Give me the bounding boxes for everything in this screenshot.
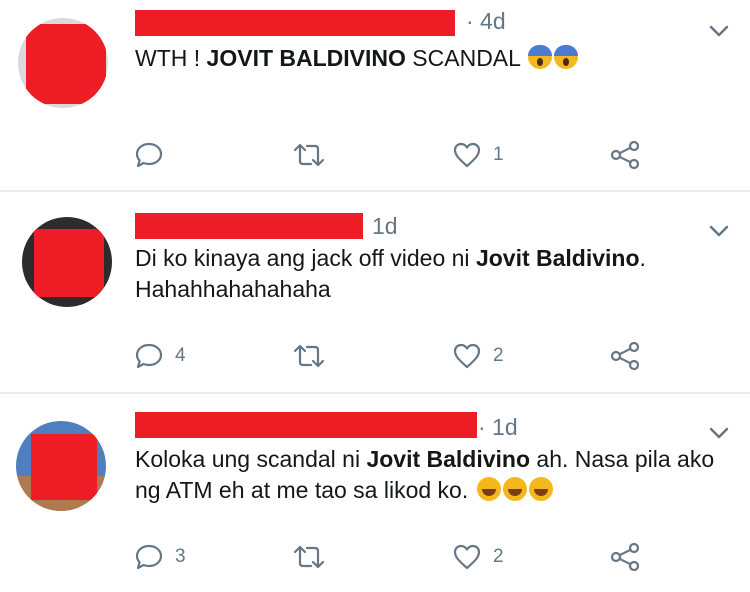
tweet-text-part: Koloka ung scandal ni	[135, 446, 367, 472]
rofl-emoji-icon	[502, 477, 527, 501]
author-name-redacted[interactable]	[135, 10, 455, 36]
reply-count: 4	[175, 345, 186, 366]
chevron-down-icon[interactable]	[709, 24, 729, 38]
share-icon	[610, 542, 640, 572]
tweet-text-line2: Hahahhahahahaha	[135, 276, 331, 302]
retweet-icon	[293, 143, 325, 167]
tweet-text-bold: JOVIT BALDIVINO	[206, 45, 406, 71]
retweet-icon	[293, 344, 325, 368]
retweet-button[interactable]	[292, 338, 326, 374]
author-name-redacted[interactable]	[135, 213, 363, 239]
tweet-timestamp[interactable]: · 4d	[466, 8, 506, 35]
chevron-down-icon[interactable]	[709, 426, 729, 440]
author-name-redacted[interactable]	[135, 412, 477, 438]
scream-emoji-icon	[528, 45, 553, 69]
like-count: 2	[493, 546, 504, 567]
tweet-text-part: Di ko kinaya ang jack off video ni	[135, 245, 476, 271]
rofl-emoji-icon	[476, 477, 501, 501]
retweet-icon	[293, 545, 325, 569]
tweet-2[interactable]: 1d Di ko kinaya ang jack off video ni Jo…	[0, 192, 750, 392]
like-count: 1	[493, 144, 504, 165]
reply-count: 3	[175, 546, 186, 567]
tweet-text-bold: Jovit Baldivino	[475, 245, 640, 271]
scream-emoji-icon	[554, 45, 579, 69]
like-button[interactable]: 2	[453, 539, 504, 575]
tweet-text: Koloka ung scandal ni Jovit Baldivino ah…	[135, 444, 714, 475]
reply-button[interactable]: 3	[135, 539, 186, 575]
tweet-1[interactable]: · 4d WTH ! JOVIT BALDIVINO SCANDAL 1	[0, 0, 750, 190]
retweet-button[interactable]	[292, 137, 326, 173]
heart-icon	[453, 142, 481, 168]
reply-button[interactable]	[135, 137, 175, 173]
like-count: 2	[493, 345, 504, 366]
tweet-timestamp[interactable]: · 1d	[478, 414, 518, 441]
reply-button[interactable]: 4	[135, 338, 186, 374]
tweet-text-line2: ng ATM eh at me tao sa likod ko.	[135, 477, 469, 503]
tweet-actions: 4 2	[0, 338, 750, 374]
tweet-actions: 1	[0, 137, 750, 173]
share-button[interactable]	[610, 539, 640, 575]
chevron-down-icon[interactable]	[709, 224, 729, 238]
share-icon	[610, 341, 640, 371]
tweet-text-part: SCANDAL	[405, 45, 521, 71]
reply-icon	[135, 544, 163, 570]
tweet-text-part: .	[639, 245, 646, 271]
tweet-text-part: WTH !	[135, 45, 207, 71]
avatar[interactable]	[18, 18, 108, 108]
tweet-actions: 3 2	[0, 539, 750, 575]
reply-icon	[135, 142, 163, 168]
tweet-timestamp[interactable]: 1d	[372, 213, 398, 240]
heart-icon	[453, 343, 481, 369]
heart-icon	[453, 544, 481, 570]
tweet-text-bold: Jovit Baldivino	[366, 446, 531, 472]
avatar[interactable]	[22, 217, 112, 307]
share-button[interactable]	[610, 338, 640, 374]
rofl-emoji-icon	[528, 477, 553, 501]
tweet-text: Di ko kinaya ang jack off video ni Jovit…	[135, 243, 646, 274]
like-button[interactable]: 2	[453, 338, 504, 374]
tweet-text-part: ah. Nasa pila ako	[530, 446, 715, 472]
tweet-text-line2-wrap: ng ATM eh at me tao sa likod ko.	[135, 475, 553, 506]
reply-icon	[135, 343, 163, 369]
retweet-button[interactable]	[292, 539, 326, 575]
tweet-text: WTH ! JOVIT BALDIVINO SCANDAL	[135, 43, 579, 74]
share-button[interactable]	[610, 137, 640, 173]
tweet-3[interactable]: · 1d Koloka ung scandal ni Jovit Baldivi…	[0, 394, 750, 592]
share-icon	[610, 140, 640, 170]
avatar[interactable]	[16, 421, 106, 511]
like-button[interactable]: 1	[453, 137, 504, 173]
